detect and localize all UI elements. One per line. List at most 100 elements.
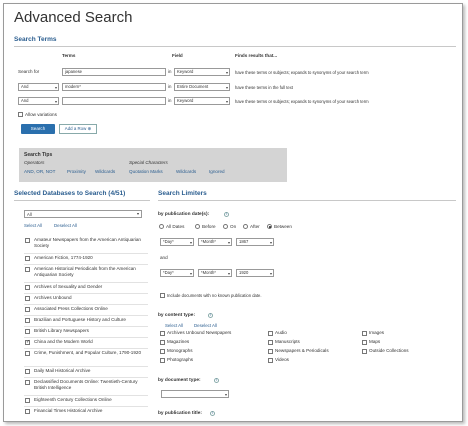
chevron-down-icon: ▾ xyxy=(189,271,192,276)
database-checkbox[interactable] xyxy=(25,256,30,261)
in-label: in xyxy=(168,69,172,74)
database-item-label: Crime, Punishment, and Popular Culture, … xyxy=(34,350,141,355)
from-month-value: *Month* xyxy=(201,239,216,244)
database-checkbox[interactable] xyxy=(25,238,30,243)
content-type-checkbox[interactable] xyxy=(268,331,273,336)
content-type-checkbox[interactable] xyxy=(160,331,165,336)
database-item-label: Daily Mail Historical Archive xyxy=(34,368,91,373)
date-radio-after[interactable] xyxy=(243,224,248,229)
add-row-label: Add a Row xyxy=(64,126,87,131)
database-checkbox[interactable] xyxy=(25,296,30,301)
chevron-down-icon: ▾ xyxy=(227,271,230,276)
to-year-select[interactable]: 1920 ▾ xyxy=(236,269,274,277)
list-divider xyxy=(24,366,148,367)
select-all-content-link[interactable]: Select All xyxy=(165,323,183,328)
in-label: in xyxy=(168,98,172,103)
content-type-checkbox[interactable] xyxy=(160,358,165,363)
to-day-value: *Day* xyxy=(163,270,174,275)
info-icon[interactable]: i xyxy=(214,378,219,383)
database-checkbox[interactable] xyxy=(25,339,30,345)
tip-link-and-or-not[interactable]: AND, OR, NOT xyxy=(24,169,55,174)
divider xyxy=(158,200,456,201)
content-type-checkbox[interactable] xyxy=(160,340,165,345)
search-term-input-3[interactable] xyxy=(62,97,166,105)
from-day-select[interactable]: *Day* ▾ xyxy=(160,238,194,246)
content-type-checkbox[interactable] xyxy=(362,349,367,354)
date-option-label: All Dates xyxy=(166,224,185,229)
database-checkbox[interactable] xyxy=(25,398,30,403)
from-day-value: *Day* xyxy=(163,239,174,244)
list-divider xyxy=(24,253,148,254)
field-select-3[interactable]: Keyword ▾ xyxy=(174,97,230,105)
database-checkbox[interactable] xyxy=(25,318,30,323)
database-filter-select[interactable]: All ▾ xyxy=(24,210,142,218)
list-divider xyxy=(24,304,148,305)
database-checkbox[interactable] xyxy=(25,307,30,312)
info-icon[interactable]: i xyxy=(208,313,213,318)
deselect-all-databases-link[interactable]: Deselect All xyxy=(54,223,77,228)
chevron-down-icon: ▾ xyxy=(269,240,272,245)
content-type-label: Audio xyxy=(275,330,287,335)
chevron-down-icon: ▾ xyxy=(136,211,139,216)
chevron-down-icon: ▾ xyxy=(227,240,230,245)
database-checkbox[interactable] xyxy=(25,267,30,272)
database-checkbox[interactable] xyxy=(25,351,30,356)
from-year-select[interactable]: 1867 ▾ xyxy=(236,238,274,246)
select-all-databases-link[interactable]: Select All xyxy=(24,223,42,228)
tip-link-proximity[interactable]: Proximity xyxy=(67,169,86,174)
to-day-select[interactable]: *Day* ▾ xyxy=(160,269,194,277)
chevron-down-icon: ▾ xyxy=(269,271,272,276)
search-limiters-heading: Search Limiters xyxy=(158,190,207,197)
date-radio-between[interactable] xyxy=(267,224,272,229)
from-month-select[interactable]: *Month* ▾ xyxy=(198,238,232,246)
info-icon[interactable]: i xyxy=(224,212,229,217)
date-option-label: On xyxy=(230,224,237,229)
content-type-checkbox[interactable] xyxy=(268,340,273,345)
tip-link-quotation-marks[interactable]: Quotation Marks xyxy=(129,169,163,174)
content-type-checkbox[interactable] xyxy=(362,340,367,345)
document-type-select[interactable]: ▾ xyxy=(161,390,229,398)
list-divider xyxy=(24,264,148,265)
divider xyxy=(14,200,150,201)
database-checkbox[interactable] xyxy=(25,285,30,290)
to-year-value: 1920 xyxy=(239,270,249,275)
date-radio-before[interactable] xyxy=(195,224,200,229)
search-term-input-1[interactable]: japanese xyxy=(62,68,166,76)
field-select-1[interactable]: Keyword ▾ xyxy=(174,68,230,76)
database-checkbox[interactable] xyxy=(25,409,30,414)
date-radio-on[interactable] xyxy=(223,224,228,229)
to-month-value: *Month* xyxy=(201,270,216,275)
list-divider xyxy=(24,337,148,338)
database-item-label: Financial Times Historical Archive xyxy=(34,408,103,413)
date-radio-all[interactable] xyxy=(159,224,164,229)
chevron-down-icon: ▾ xyxy=(224,392,227,397)
special-characters-label: Special Characters xyxy=(129,160,168,165)
content-type-checkbox[interactable] xyxy=(362,331,367,336)
deselect-all-content-link[interactable]: Deselect All xyxy=(194,323,217,328)
row-description: have these terms or subjects; expands to… xyxy=(235,99,369,104)
tip-link-wildcards[interactable]: Wildcards xyxy=(95,169,115,174)
field-select-2[interactable]: Entire Document ▾ xyxy=(174,83,230,91)
tip-link-wildcards-special[interactable]: Wildcards xyxy=(176,169,196,174)
database-checkbox[interactable] xyxy=(25,329,30,334)
content-type-checkbox[interactable] xyxy=(268,358,273,363)
by-title-label: by publication title: xyxy=(158,411,202,416)
add-row-button[interactable]: Add a Row ⊕ xyxy=(59,124,97,134)
database-item-label: Brazilian and Portuguese History and Cul… xyxy=(34,317,126,322)
allow-variations-checkbox[interactable] xyxy=(18,112,23,117)
tip-link-ignored[interactable]: Ignored xyxy=(209,169,225,174)
operator-select-3[interactable]: And ▾ xyxy=(18,97,59,105)
content-type-checkbox[interactable] xyxy=(160,349,165,354)
row-description: have these terms in the full text xyxy=(235,85,293,90)
database-checkbox[interactable] xyxy=(25,380,30,385)
content-type-checkbox[interactable] xyxy=(268,349,273,354)
search-term-input-2[interactable]: modern* xyxy=(62,83,166,91)
chevron-down-icon: ▾ xyxy=(189,240,192,245)
info-icon[interactable]: i xyxy=(210,411,215,416)
database-checkbox[interactable] xyxy=(25,369,30,374)
to-month-select[interactable]: *Month* ▾ xyxy=(198,269,232,277)
database-item-label: Archives of Sexuality and Gender xyxy=(34,284,103,289)
operator-select-2[interactable]: And ▾ xyxy=(18,83,59,91)
search-button[interactable]: Search xyxy=(21,124,55,134)
no-date-checkbox[interactable] xyxy=(160,293,165,298)
